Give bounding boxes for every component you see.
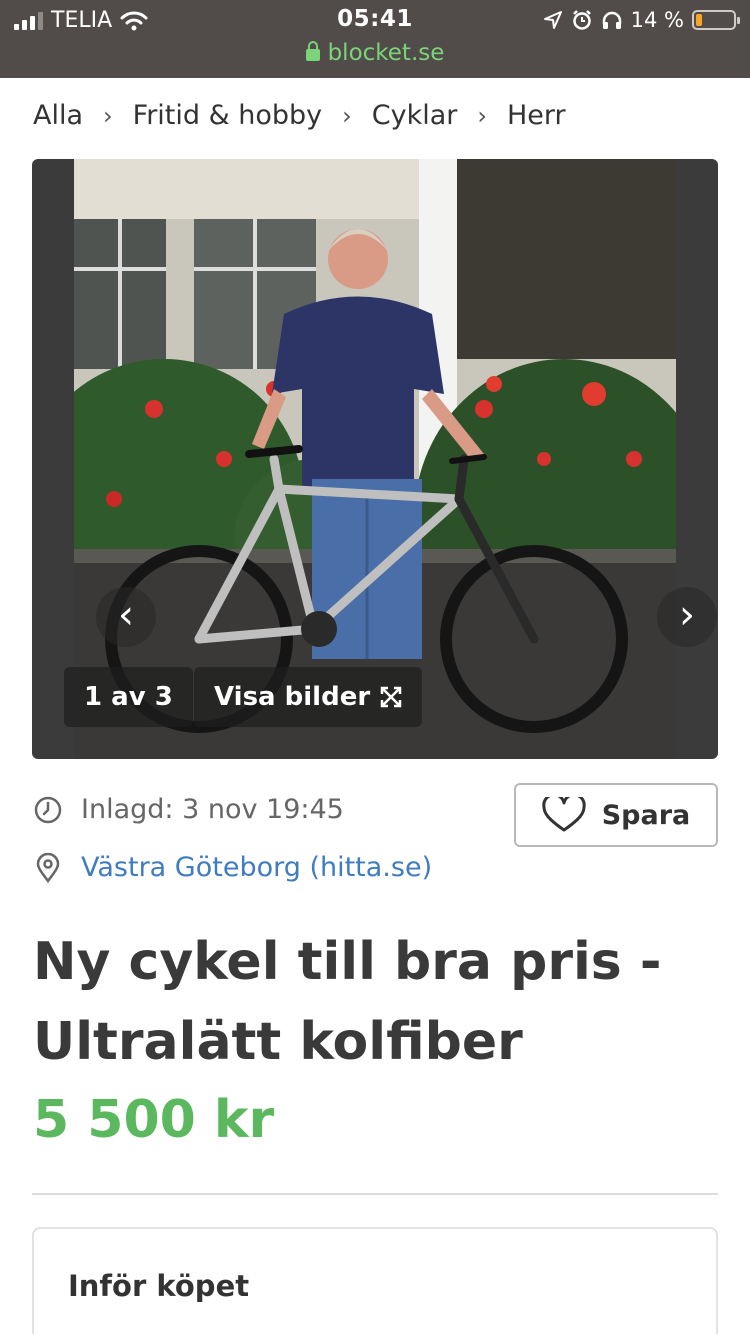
show-images-label: Visa bilder <box>214 682 371 712</box>
save-label: Spara <box>601 799 691 831</box>
breadcrumb: Alla › Fritid & hobby › Cyklar › Herr <box>33 100 566 131</box>
breadcrumb-item-fritid-hobby[interactable]: Fritid & hobby <box>133 100 323 131</box>
breadcrumb-item-alla[interactable]: Alla <box>33 100 83 131</box>
image-counter: 1 av 3 <box>64 667 193 727</box>
ad-price: 5 500 kr <box>33 1090 275 1150</box>
battery-percent: 14 % <box>630 8 684 32</box>
location-row[interactable]: Västra Göteborg (hitta.se) <box>33 852 432 883</box>
clock-icon <box>34 796 62 823</box>
headphones-icon <box>602 11 621 29</box>
posted-date-row: Inlagd: 3 nov 19:45 <box>33 794 344 825</box>
breadcrumb-item-herr[interactable]: Herr <box>507 100 566 131</box>
chevron-right-icon: › <box>342 101 352 130</box>
url-text: blocket.se <box>327 40 445 66</box>
lock-icon <box>305 41 320 61</box>
status-bar: TELIA 05:41 14 % blocket.se <box>0 0 750 78</box>
location-arrow-icon <box>543 11 562 29</box>
chevron-left-icon: ‹ <box>118 592 134 638</box>
purchase-info-card: Inför köpet <box>32 1227 718 1334</box>
posted-date: Inlagd: 3 nov 19:45 <box>81 794 344 825</box>
battery-icon <box>692 10 740 30</box>
map-pin-icon <box>36 852 60 883</box>
alarm-icon <box>572 10 591 30</box>
purchase-info-title: Inför köpet <box>68 1269 250 1303</box>
heart-icon <box>542 797 586 832</box>
url-bar[interactable]: blocket.se <box>0 40 750 66</box>
chevron-right-icon: › <box>477 101 487 130</box>
next-image-button[interactable]: › <box>657 587 717 647</box>
show-images-button[interactable]: Visa bilder <box>194 667 423 727</box>
expand-icon <box>380 686 402 708</box>
breadcrumb-item-cyklar[interactable]: Cyklar <box>372 100 458 131</box>
save-button[interactable]: Spara <box>514 783 718 847</box>
ad-title: Ny cykel till bra pris - Ult­ralätt kolf… <box>33 932 662 1072</box>
divider <box>32 1193 718 1195</box>
chevron-right-icon: › <box>103 101 113 130</box>
chevron-right-icon: › <box>679 592 695 638</box>
previous-image-button[interactable]: ‹ <box>96 587 156 647</box>
status-right: 14 % <box>543 8 740 32</box>
location-link[interactable]: Västra Göteborg (hitta.se) <box>81 852 432 883</box>
